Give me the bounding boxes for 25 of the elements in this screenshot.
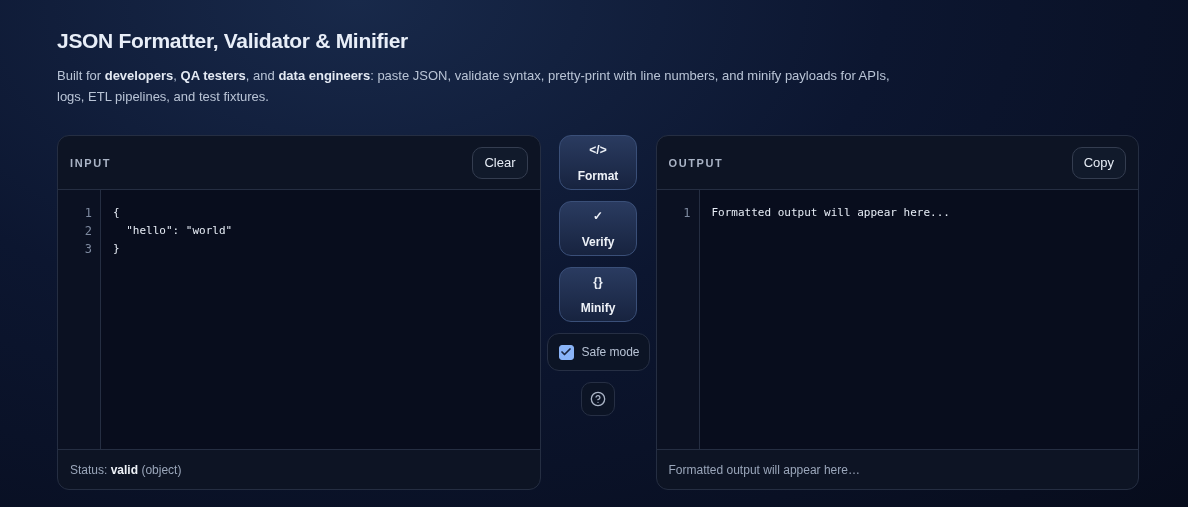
help-button[interactable] [581, 382, 615, 416]
copy-button[interactable]: Copy [1071, 146, 1126, 179]
panel-label: INPUT [70, 156, 111, 169]
clear-button[interactable]: Clear [472, 146, 528, 179]
page-title: JSON Formatter, Validator & Minifier [57, 29, 409, 53]
safe-mode-toggle[interactable]: Safe mode [546, 333, 650, 371]
help-icon [590, 391, 606, 407]
checkbox[interactable] [558, 344, 574, 360]
status-text: Formatted output will appear here… [668, 462, 860, 477]
code-line: { [113, 205, 120, 221]
action-button[interactable]: </> Format [559, 135, 637, 190]
code-line: Formatted output will appear here... [711, 205, 950, 221]
line-number: 1 [683, 205, 691, 222]
line-number: 1 [84, 205, 92, 222]
action-button[interactable]: ✓ Verify [559, 201, 637, 256]
code-editor[interactable]: 1 Formatted output will appear here... [656, 190, 1138, 450]
page-description: Built for developers, QA testers, and data engineers: paste JSON, validate syntax, pretty-print with line numbers, and minify payloads for APIs, logs, ETL pipelines, and test fixtures. [57, 67, 891, 106]
line-number: 2 [84, 223, 92, 240]
status-text: Status: valid (object) [70, 462, 182, 477]
code-line: } [113, 241, 120, 257]
code-line: "hello": "world" [125, 223, 233, 239]
code-editor[interactable]: 1 2 3 { "hello": "world" } [58, 190, 540, 450]
action-button[interactable]: {} Minify [559, 267, 637, 322]
line-number: 3 [84, 241, 92, 258]
panel-label: OUTPUT [668, 156, 724, 169]
